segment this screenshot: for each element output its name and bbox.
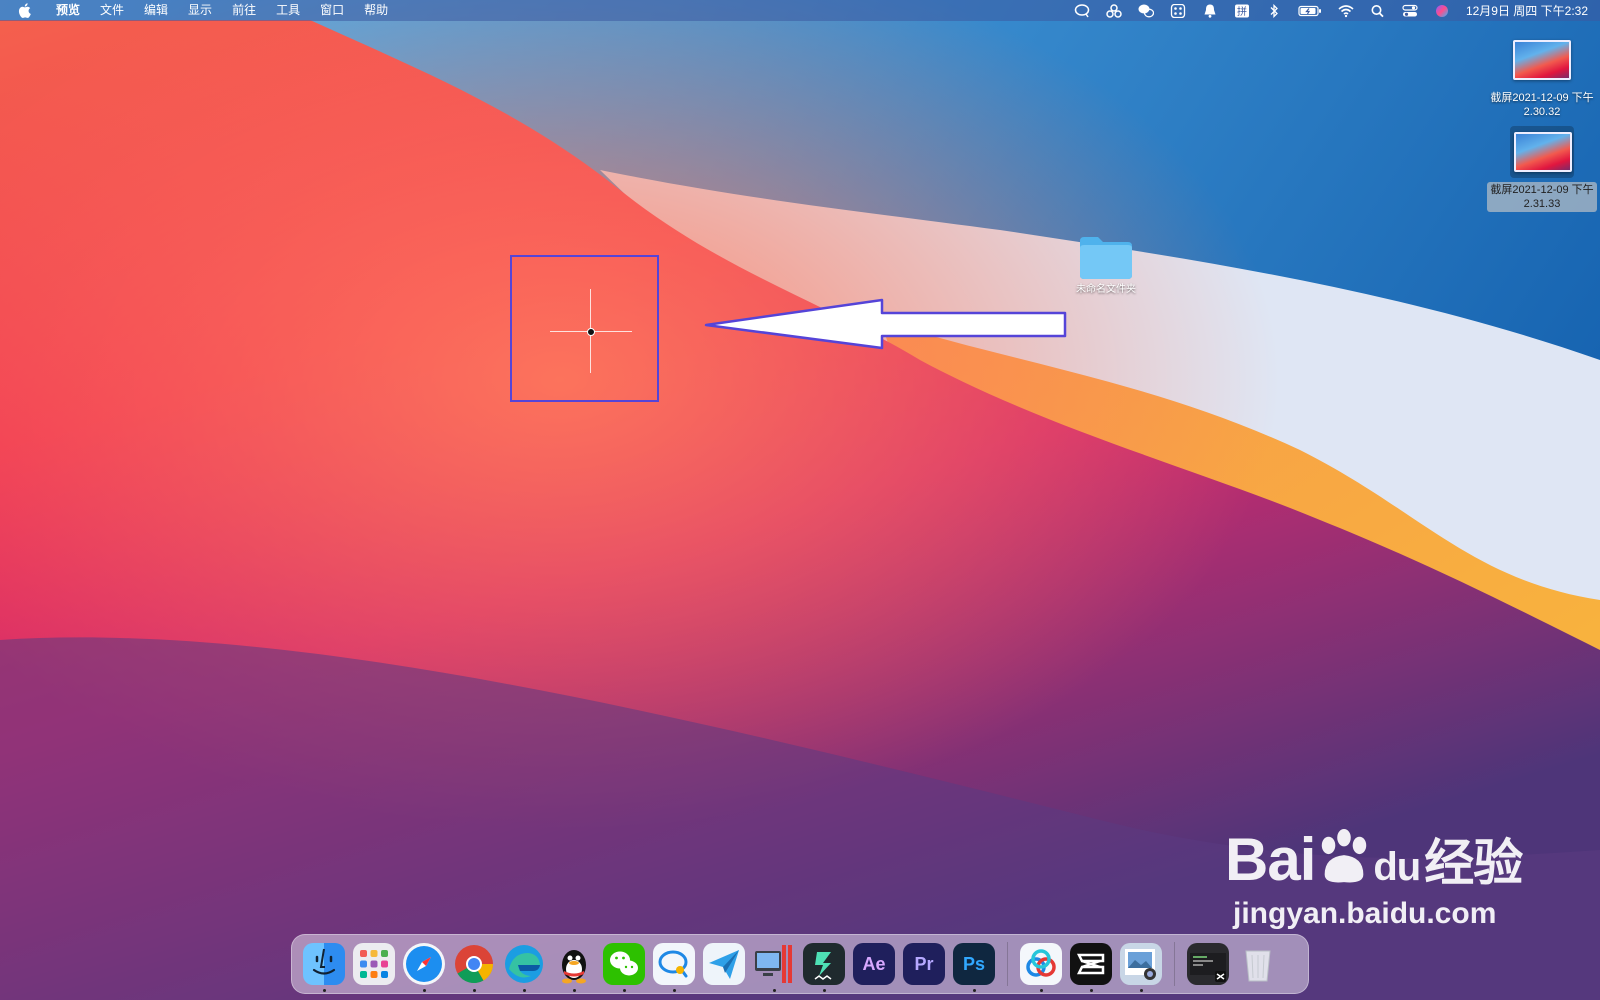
chrome-app[interactable] [453,943,495,992]
screenshot-thumbnail [1513,40,1571,80]
menu-go[interactable]: 前往 [222,0,266,21]
safari-app[interactable] [403,943,445,992]
send-app[interactable] [703,943,745,985]
wifi-icon[interactable] [1338,4,1354,18]
menu-bar: 预览 文件 编辑 显示 前往 工具 窗口 帮助 拼 12月9日 周四 下午2:3… [0,0,1600,21]
battery-icon[interactable] [1298,4,1322,18]
screenshot-thumbnail [1514,132,1572,172]
screenshot-thumbnail-wrap [1480,34,1600,86]
desktop-file-screenshot-1[interactable]: 截屏2021-12-09 下午2.30.32 [1480,34,1600,120]
preview-app[interactable] [1120,943,1162,992]
status-area: 拼 12月9日 周四 下午2:32 [1066,0,1600,21]
dock: Ae Pr Ps [291,934,1309,994]
connection-icon[interactable] [1106,3,1122,18]
menu-edit[interactable]: 编辑 [134,0,178,21]
wechat-app[interactable] [603,943,645,992]
menu-help[interactable]: 帮助 [354,0,398,21]
filmora-app[interactable] [803,943,845,992]
capcut-app[interactable] [1070,943,1112,992]
desktop-folder-label: 未命名文件夹 [1076,284,1136,295]
bluetooth-icon[interactable] [1266,3,1282,18]
input-method-label: 拼 [1237,5,1247,18]
premiere-label: Pr [914,953,934,974]
trash-app[interactable] [1237,943,1279,985]
desktop-file-screenshot-2[interactable]: 截屏2021-12-09 下午2.31.33 [1480,126,1600,212]
folder-icon [1078,235,1134,281]
apple-icon[interactable] [18,3,32,18]
annotation-arrow [704,298,1067,350]
control-center-icon[interactable] [1402,4,1418,18]
menu-app-name[interactable]: 预览 [46,0,90,21]
photoshop-app[interactable]: Ps [953,943,995,992]
after-effects-app[interactable]: Ae [853,943,895,985]
menu-tools[interactable]: 工具 [266,0,310,21]
screenshot-thumbnail-wrap [1510,126,1574,178]
launchpad-app[interactable] [353,943,395,985]
menu-view[interactable]: 显示 [178,0,222,21]
qq-app[interactable] [553,943,595,992]
desktop-file-label: 截屏2021-12-09 下午2.31.33 [1487,182,1597,212]
menu-file[interactable]: 文件 [90,0,134,21]
crosshair-center [587,328,595,336]
desktop-file-label: 截屏2021-12-09 下午2.30.32 [1490,92,1594,118]
baidu-paw-icon [1322,828,1367,883]
siri-icon[interactable] [1434,4,1450,18]
menu-window[interactable]: 窗口 [310,0,354,21]
screenshot-folder[interactable] [1187,943,1229,985]
premiere-app[interactable]: Pr [903,943,945,985]
watermark-url: jingyan.baidu.com [1233,897,1497,930]
photoshop-label: Ps [962,953,986,974]
edge-app[interactable] [503,943,545,992]
qq-browser-app[interactable] [653,943,695,992]
chat-bubble-icon[interactable] [1074,3,1090,18]
parallels-app[interactable] [753,943,795,992]
wechat-icon[interactable] [1138,4,1154,18]
annotation-box [510,255,659,402]
baidu-watermark: Bai du经验 jingyan.baidu.com [1225,826,1523,931]
dock-separator [1174,942,1175,986]
dock-separator [1007,942,1008,986]
baidu-netdisk-app[interactable] [1020,943,1062,992]
search-icon[interactable] [1370,4,1386,18]
after-effects-label: Ae [862,953,886,974]
grid-icon[interactable] [1170,3,1186,18]
finder-app[interactable] [303,943,345,992]
watermark-logo: Bai du经验 [1225,826,1523,893]
desktop-folder[interactable]: 未命名文件夹 [1066,235,1146,297]
menu-clock[interactable]: 12月9日 周四 下午2:32 [1466,2,1588,19]
bell-icon[interactable] [1202,4,1218,18]
input-method-icon[interactable]: 拼 [1234,4,1250,18]
